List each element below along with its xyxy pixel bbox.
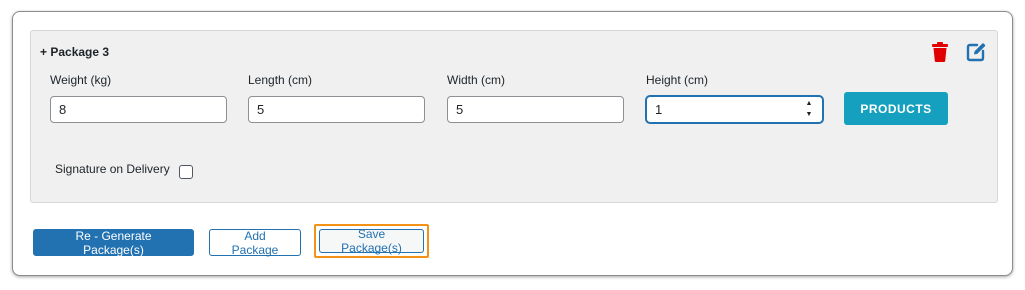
package-editor-panel: + Package 3 Weight (kg) Length (cm) [12,11,1013,276]
regenerate-packages-button[interactable]: Re - Generate Package(s) [33,229,194,257]
package-title[interactable]: + Package 3 [40,45,109,59]
width-input[interactable] [447,96,624,123]
products-button[interactable]: PRODUCTS [844,92,948,125]
height-stepper[interactable]: ▲ ▼ [804,100,814,119]
stepper-down-icon[interactable]: ▼ [806,111,813,119]
add-package-button[interactable]: Add Package [209,229,301,257]
edit-icon[interactable] [965,41,987,63]
height-field: Height (cm) ▲ ▼ [646,73,823,123]
length-field: Length (cm) [248,73,425,123]
weight-input[interactable] [50,96,227,123]
trash-icon[interactable] [929,41,951,63]
weight-field: Weight (kg) [50,73,227,123]
signature-checkbox[interactable] [178,165,193,179]
stepper-up-icon[interactable]: ▲ [806,100,813,108]
width-label: Width (cm) [447,73,505,87]
signature-row: Signature on Delivery [55,159,193,179]
length-label: Length (cm) [248,73,313,87]
save-packages-button[interactable]: Save Package(s) [319,227,424,255]
width-field: Width (cm) [447,73,624,123]
package-card: + Package 3 Weight (kg) Length (cm) [30,30,998,203]
save-button-highlight: Save Package(s) [314,224,429,258]
weight-label: Weight (kg) [50,73,112,87]
length-input[interactable] [248,96,425,123]
package-actions [929,41,987,63]
height-input[interactable] [646,96,823,123]
height-label: Height (cm) [646,73,709,87]
signature-label: Signature on Delivery [55,162,170,176]
